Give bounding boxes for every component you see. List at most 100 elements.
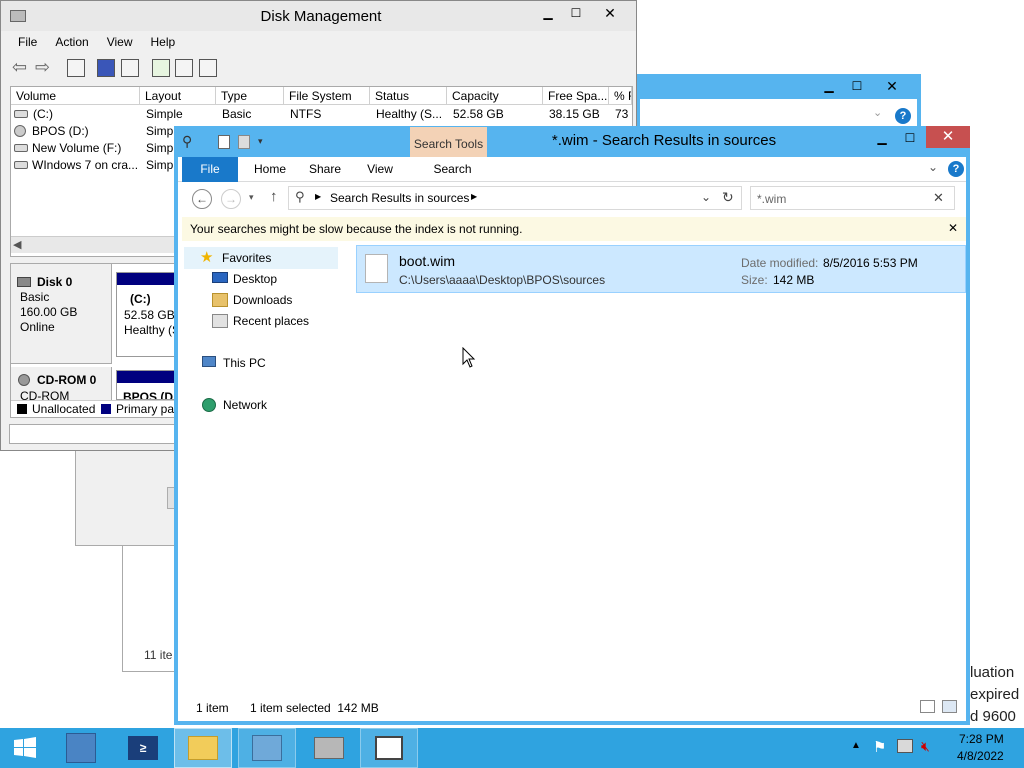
background-window-max-button[interactable]: ☐ [843,76,871,96]
rescan-icon[interactable] [175,59,193,77]
col-volume[interactable]: Volume [11,87,140,105]
explorer-max-button[interactable]: ☐ [896,128,924,148]
action-center-flag-icon[interactable]: ⚑ [873,738,886,756]
server-manager-taskbar[interactable] [52,728,110,768]
menu-action[interactable]: Action [46,32,97,52]
help-icon[interactable]: ? [895,108,911,124]
legend-primary-swatch [101,404,111,414]
settings-icon[interactable] [199,59,217,77]
large-icons-view-icon[interactable] [942,700,957,713]
drive-icon [14,144,28,152]
volume-cell: WIndows 7 on cra... [32,158,139,172]
disk-management-min-button[interactable]: ▁ [534,3,562,23]
nav-network-label: Network [223,398,268,412]
capacity-cell: 52.58 GB [453,107,504,121]
search-location-icon: ⚲ [295,189,305,204]
info-bar[interactable]: Your searches might be slow because the … [182,217,966,241]
menu-file[interactable]: File [9,32,46,52]
col-status[interactable]: Status [370,87,447,105]
tab-home[interactable]: Home [244,157,296,181]
nav-recent[interactable]: Recent places [212,311,309,331]
background-window-close-button[interactable]: ✕ [875,76,909,96]
help-book-icon[interactable] [97,59,115,77]
server-manager-icon [66,733,96,763]
forward-arrow-icon[interactable]: ⇨ [35,57,50,78]
nav-this-pc[interactable]: This PC [202,353,266,373]
background-window-min-button[interactable]: ▁ [815,76,843,96]
col-type[interactable]: Type [216,87,284,105]
breadcrumb[interactable]: Search Results in sources [330,191,469,205]
tab-search[interactable]: Search [414,157,491,181]
background-window-status: 11 ite [144,648,173,662]
col-percent-free[interactable]: % F [609,87,632,105]
scroll-left-arrow[interactable]: ◀ [13,238,21,251]
navigation-pane: ★ Favorites Desktop Downloads Recent pla… [178,244,338,687]
nav-desktop[interactable]: Desktop [212,269,277,289]
help-icon[interactable]: ? [948,161,964,177]
chevron-down-icon[interactable]: ⌄ [873,106,887,120]
mmc-taskbar[interactable] [360,728,418,768]
breadcrumb-chevron-icon[interactable]: ▶ [315,192,321,201]
disk-management-taskbar[interactable] [300,728,358,768]
nav-favorites[interactable]: ★ Favorites [200,248,271,268]
nav-network[interactable]: Network [202,395,267,415]
refresh-icon[interactable]: ↻ [722,189,734,206]
menu-help[interactable]: Help [142,32,185,52]
forward-button[interactable]: → [221,189,241,209]
quick-access-dropdown-icon[interactable]: ▾ [258,136,263,147]
breadcrumb-end-chevron-icon[interactable]: ▶ [471,192,477,201]
tab-share[interactable]: Share [300,157,350,181]
recent-locations-icon[interactable]: ▾ [249,192,254,203]
ribbon-expand-icon[interactable]: ⌄ [928,160,938,174]
fs-cell: NTFS [290,107,322,121]
show-hidden-icons-button[interactable]: ▲ [851,740,861,751]
refresh-icon[interactable] [152,59,170,77]
nav-favorites-label: Favorites [222,251,272,265]
disk-management-max-button[interactable]: ☐ [562,3,590,23]
address-bar[interactable]: ⚲ ▶ Search Results in sources ▶ ⌄ ↻ [288,186,742,210]
nav-downloads-label: Downloads [233,293,293,307]
menu-view[interactable]: View [98,32,142,52]
col-free-space[interactable]: Free Spa... [543,87,609,105]
search-input-value: *.wim [757,192,787,206]
up-button[interactable]: ↑ [270,188,278,205]
computer-management-taskbar[interactable] [238,728,296,768]
clear-search-icon[interactable]: ✕ [933,190,944,206]
back-arrow-icon[interactable]: ⇦ [12,57,27,78]
col-layout[interactable]: Layout [140,87,216,105]
network-status-icon[interactable] [897,739,913,753]
clock-time[interactable]: 7:28 PM [959,732,1004,746]
address-dropdown-icon[interactable]: ⌄ [701,190,711,204]
desktop-icon [212,272,228,283]
explorer-close-button[interactable]: ✕ [926,126,970,148]
col-file-system[interactable]: File System [284,87,370,105]
tab-file[interactable]: File [182,157,238,182]
tab-view[interactable]: View [356,157,404,181]
computer-icon [202,356,216,367]
file-explorer-taskbar[interactable] [174,728,232,768]
disk0-size: 160.00 GB [20,305,78,319]
back-button[interactable]: ← [192,189,212,209]
console-tree-icon[interactable] [67,59,85,77]
col-capacity[interactable]: Capacity [447,87,543,105]
properties-quick-icon[interactable] [218,135,230,149]
mmc-icon [375,736,403,760]
volume-muted-icon[interactable]: 🔇︎ [921,738,930,755]
search-result-item[interactable]: boot.wim C:\Users\aaaa\Desktop\BPOS\sour… [356,245,966,293]
new-folder-quick-icon[interactable] [238,135,250,149]
info-bar-close-icon[interactable]: ✕ [948,221,958,235]
start-button[interactable] [0,728,50,768]
explorer-min-button[interactable]: ▁ [868,128,896,148]
partition-status: Healthy (S [124,323,181,337]
nav-downloads[interactable]: Downloads [212,290,292,310]
powershell-taskbar[interactable]: ≥ [114,728,172,768]
search-input[interactable]: *.wim ✕ [750,186,955,210]
table-row[interactable]: (C:) Simple Basic NTFS Healthy (S... 52.… [11,106,632,123]
disk-management-close-button[interactable]: ✕ [593,3,627,23]
legend-unallocated-swatch [17,404,27,414]
properties-icon[interactable] [121,59,139,77]
volume-cell: New Volume (F:) [32,141,122,155]
clock-date[interactable]: 4/8/2022 [957,749,1004,763]
disk-management-menubar: File Action View Help [9,32,184,52]
details-view-icon[interactable] [920,700,935,713]
